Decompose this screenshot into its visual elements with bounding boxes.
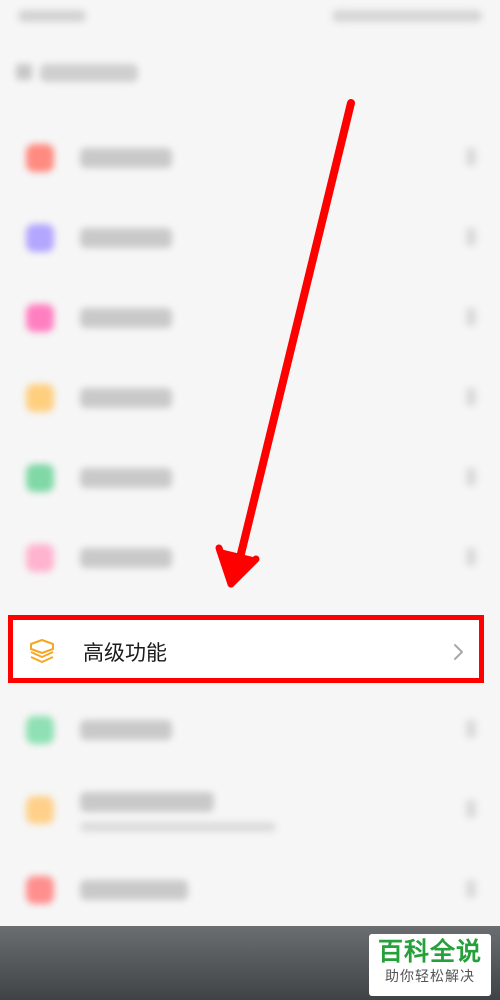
list-item-sublabel [80, 822, 276, 832]
shield-icon [26, 464, 54, 492]
list-item[interactable] [0, 690, 500, 770]
status-bar [0, 0, 500, 42]
list-item-label [80, 548, 172, 568]
grid-icon [26, 224, 54, 252]
status-icons [332, 10, 482, 22]
list-item[interactable] [0, 358, 500, 438]
chevron-right-icon [466, 548, 476, 566]
list-item[interactable] [0, 278, 500, 358]
star-icon [26, 304, 54, 332]
page-title [40, 64, 138, 82]
settings-icon [26, 144, 54, 172]
chevron-right-icon [466, 800, 476, 818]
chevron-right-icon [466, 880, 476, 898]
advanced-features-label: 高级功能 [83, 641, 167, 665]
list-item[interactable] [0, 198, 500, 278]
bookmark-icon [26, 796, 54, 824]
chevron-right-icon [466, 720, 476, 738]
heart-icon [26, 544, 54, 572]
list-item-label [80, 720, 172, 740]
list-item[interactable] [0, 518, 500, 598]
list-item-label [80, 308, 172, 328]
chevron-right-icon [466, 148, 476, 166]
watermark-logo: 百科全说 助你轻松解决 [369, 934, 491, 996]
watermark-title: 百科全说 [377, 937, 482, 966]
chevron-right-icon [466, 468, 476, 486]
list-item-label [80, 388, 172, 408]
chevron-right-icon [466, 308, 476, 326]
leaf-icon [26, 716, 54, 744]
list-item[interactable] [0, 850, 500, 930]
list-item-label [80, 228, 172, 248]
list-item-label [80, 792, 214, 812]
watermark-subtitle: 助你轻松解决 [385, 969, 475, 985]
bell-icon [26, 384, 54, 412]
list-item-label [80, 880, 188, 900]
list-item-label [80, 148, 172, 168]
back-arrow-icon[interactable] [16, 64, 32, 80]
advanced-features-row[interactable]: 高级功能 [8, 615, 484, 683]
chevron-right-icon [466, 228, 476, 246]
list-item[interactable] [0, 118, 500, 198]
status-time [18, 10, 86, 22]
layers-icon [27, 636, 57, 666]
chevron-right-icon [451, 640, 467, 664]
list-item-label [80, 468, 172, 488]
chevron-right-icon [466, 388, 476, 406]
list-item[interactable] [0, 770, 500, 850]
list-item[interactable] [0, 438, 500, 518]
info-icon [26, 876, 54, 904]
header [0, 42, 500, 106]
